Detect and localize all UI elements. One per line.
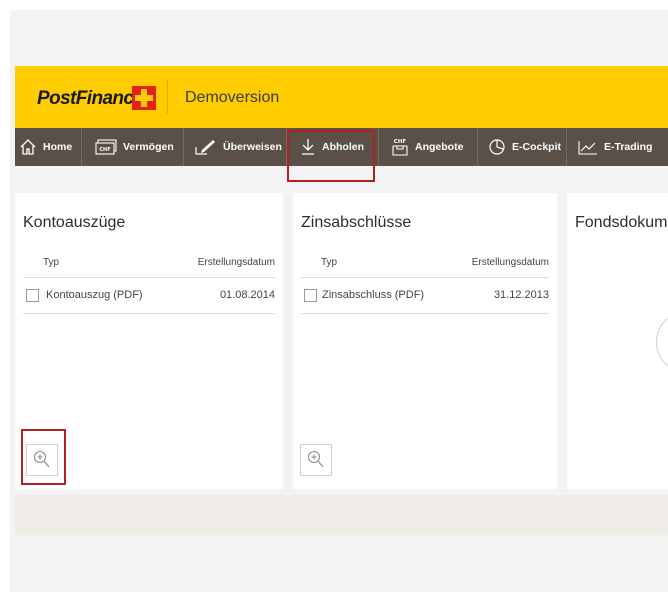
nav-home[interactable]: Home bbox=[19, 128, 72, 166]
svg-text:CHF: CHF bbox=[394, 139, 407, 145]
nav-angebote[interactable]: CHF Angebote bbox=[391, 128, 463, 166]
nav-vermoegen-label: Vermögen bbox=[123, 141, 174, 153]
demo-mode-label: Demoversion bbox=[185, 89, 280, 106]
nav-etrading[interactable]: E-Trading bbox=[578, 128, 652, 166]
panel-title: Zinsabschlüsse bbox=[301, 214, 412, 231]
home-icon bbox=[20, 139, 36, 155]
document-date: 01.08.2014 bbox=[219, 289, 275, 301]
zoom-in-icon bbox=[307, 450, 324, 468]
pen-transfer-icon bbox=[195, 140, 215, 155]
row-checkbox[interactable] bbox=[26, 289, 39, 302]
nav-ueberweisen[interactable]: Überweisen bbox=[195, 128, 282, 166]
nav-ueberweisen-label: Überweisen bbox=[223, 141, 282, 153]
document-type[interactable]: Kontoauszug (PDF) bbox=[46, 289, 143, 301]
panel-title: Kontoauszüge bbox=[23, 214, 126, 231]
zoom-highlight-frame bbox=[21, 429, 66, 485]
column-header-date: Erstellungsdatum bbox=[197, 257, 275, 268]
pie-chart-icon bbox=[489, 139, 505, 155]
line-chart-icon bbox=[578, 141, 597, 155]
panel-zinsabschluesse: Zinsabschlüsse Typ Erstellungsdatum Zins… bbox=[293, 193, 557, 489]
row-checkbox[interactable] bbox=[304, 289, 317, 302]
nav-ecockpit[interactable]: E-Cockpit bbox=[488, 128, 561, 166]
document-type[interactable]: Zinsabschluss (PDF) bbox=[322, 289, 424, 301]
banknote-icon: CHF bbox=[95, 139, 117, 155]
panel-fondsdokumente: Fondsdokum bbox=[567, 193, 668, 489]
page-frame: PostFinance Demoversion Home CHF Vermöge… bbox=[10, 10, 668, 592]
brand-logo[interactable]: PostFinance bbox=[37, 88, 144, 110]
nav-vermoegen[interactable]: CHF Vermögen bbox=[95, 128, 174, 166]
app-header: PostFinance Demoversion bbox=[15, 66, 668, 128]
svg-text:CHF: CHF bbox=[99, 147, 110, 153]
nav-etrading-label: E-Trading bbox=[604, 141, 653, 153]
zoom-button[interactable] bbox=[300, 444, 332, 476]
column-header-date: Erstellungsdatum bbox=[471, 257, 549, 268]
panel-title: Fondsdokum bbox=[575, 214, 668, 231]
nav-angebote-label: Angebote bbox=[415, 141, 464, 153]
swiss-cross-logo-icon bbox=[132, 86, 156, 110]
column-header-type: Typ bbox=[321, 257, 338, 268]
abholen-highlight-frame bbox=[287, 130, 375, 182]
nav-ecockpit-label: E-Cockpit bbox=[512, 141, 562, 153]
header-divider bbox=[167, 80, 168, 114]
column-header-type: Typ bbox=[43, 257, 60, 268]
chf-offer-icon: CHF bbox=[392, 139, 408, 156]
nav-home-label: Home bbox=[43, 141, 73, 153]
footer-strip bbox=[15, 495, 668, 535]
document-date: 31.12.2013 bbox=[493, 289, 549, 301]
